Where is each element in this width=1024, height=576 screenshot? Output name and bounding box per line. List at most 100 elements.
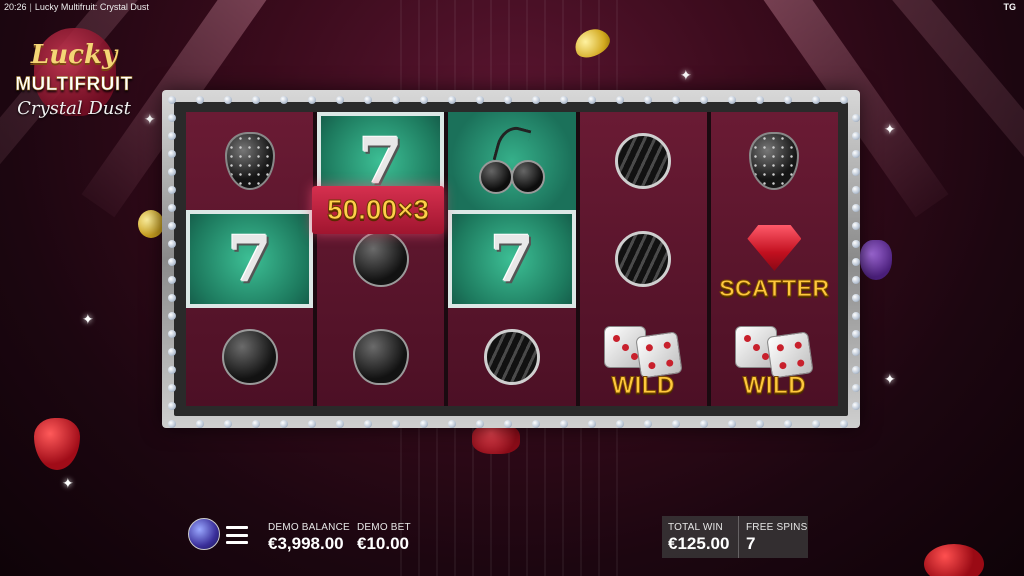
frame-stud: [168, 168, 176, 176]
frame-stud: [392, 96, 400, 104]
frame-stud: [784, 96, 792, 104]
frame-stud: [448, 96, 456, 104]
frame-stud: [364, 420, 372, 428]
wild-label: WILD: [742, 372, 807, 400]
provider-badge: TG: [1003, 2, 1017, 12]
dice-icon: [598, 324, 688, 379]
frame-stud: [504, 420, 512, 428]
frame-stud: [168, 276, 176, 284]
status-bar: 20:26 | Lucky Multifruit: Crystal Dust: [4, 2, 149, 12]
free-spins-value: 7: [746, 534, 756, 553]
frame-stud: [852, 240, 860, 248]
reel-4: WILD: [579, 112, 707, 406]
scatter-label: SCATTER: [719, 275, 830, 302]
balance-value: €3,998.00: [268, 534, 344, 553]
lemon-decoration: [138, 210, 164, 238]
frame-stud: [812, 96, 820, 104]
strawberry-decoration: [472, 424, 520, 454]
frame-stud: [852, 276, 860, 284]
frame-stud: [308, 96, 316, 104]
frame-stud: [168, 384, 176, 392]
frame-stud: [168, 186, 176, 194]
frame-stud: [168, 366, 176, 374]
frame-stud: [168, 348, 176, 356]
frame-stud: [252, 96, 260, 104]
bet-label: DEMO BET: [357, 522, 411, 533]
frame-stud: [420, 96, 428, 104]
reel-3: 7: [448, 112, 576, 406]
frame-stud: [308, 420, 316, 428]
frame-stud: [168, 204, 176, 212]
frame-stud: [840, 420, 848, 428]
sparkle-icon: ✦: [82, 311, 94, 327]
frame-stud: [728, 420, 736, 428]
seven-symbol: 7: [227, 221, 272, 297]
frame-stud: [168, 96, 176, 104]
symbol-cell: [317, 308, 444, 406]
frame-stud: [168, 150, 176, 158]
frame-stud: [852, 204, 860, 212]
frame-stud: [196, 96, 204, 104]
sparkle-icon: ✦: [144, 111, 156, 127]
symbol-cell: [580, 112, 707, 210]
frame-stud: [588, 420, 596, 428]
symbol-cell: [186, 308, 313, 406]
free-spins: FREE SPINS 7: [746, 522, 807, 554]
frame-stud: [852, 312, 860, 320]
symbol-cell: WILD: [580, 308, 707, 406]
menu-button[interactable]: [226, 526, 248, 544]
frame-stud: [728, 96, 736, 104]
frame-stud: [852, 150, 860, 158]
frame-stud: [168, 420, 176, 428]
frame-stud: [168, 312, 176, 320]
cherries-icon: [477, 122, 547, 196]
frame-stud: [852, 348, 860, 356]
frame-stud: [852, 402, 860, 410]
sparkle-icon: ✦: [884, 121, 896, 137]
logo-line-1: Lucky: [30, 40, 118, 70]
reel-1: 7: [186, 112, 314, 406]
symbol-cell: SCATTER: [711, 210, 838, 308]
frame-stud: [672, 420, 680, 428]
frame-stud: [532, 420, 540, 428]
frame-stud: [588, 96, 596, 104]
frame-stud: [168, 114, 176, 122]
frame-stud: [364, 96, 372, 104]
frame-stud: [168, 132, 176, 140]
frame-stud: [168, 240, 176, 248]
frame-stud: [756, 96, 764, 104]
frame-stud: [168, 222, 176, 230]
symbol-cell-highlighted: 7: [186, 210, 314, 308]
frame-stud: [644, 420, 652, 428]
frame-stud: [852, 258, 860, 266]
frame-stud: [852, 330, 860, 338]
frame-stud: [616, 420, 624, 428]
frame-stud: [784, 420, 792, 428]
wild-label: WILD: [611, 372, 675, 400]
strawberry-icon: [224, 132, 275, 190]
menu-bar: [226, 541, 248, 544]
bet-value: €10.00: [357, 534, 409, 553]
frame-stud: [532, 96, 540, 104]
symbol-cell: [186, 112, 313, 210]
seven-symbol: 7: [489, 221, 535, 297]
frame-stud: [252, 420, 260, 428]
frame-stud: [852, 114, 860, 122]
win-multiplier-badge: 50.00×3: [312, 186, 444, 234]
frame-stud: [280, 420, 288, 428]
total-win: TOTAL WIN €125.00: [668, 522, 729, 554]
sparkle-icon: ✦: [62, 475, 74, 491]
frame-stud: [336, 96, 344, 104]
diamond-gem-icon: [747, 225, 802, 271]
logo-line-3: Crystal Dust: [17, 98, 131, 119]
frame-stud: [168, 330, 176, 338]
plum-icon: [352, 231, 409, 287]
frame-stud: [560, 420, 568, 428]
demo-bet[interactable]: DEMO BET €10.00: [357, 522, 411, 554]
balance-label: DEMO BALANCE: [268, 522, 350, 533]
plum-icon: [221, 329, 278, 385]
watermelon-icon: [615, 133, 672, 189]
clock: 20:26: [4, 2, 27, 12]
strawberry-icon: [749, 132, 800, 190]
reel-grid: 7 7 7 WILD SCATTER WILD: [186, 112, 838, 406]
